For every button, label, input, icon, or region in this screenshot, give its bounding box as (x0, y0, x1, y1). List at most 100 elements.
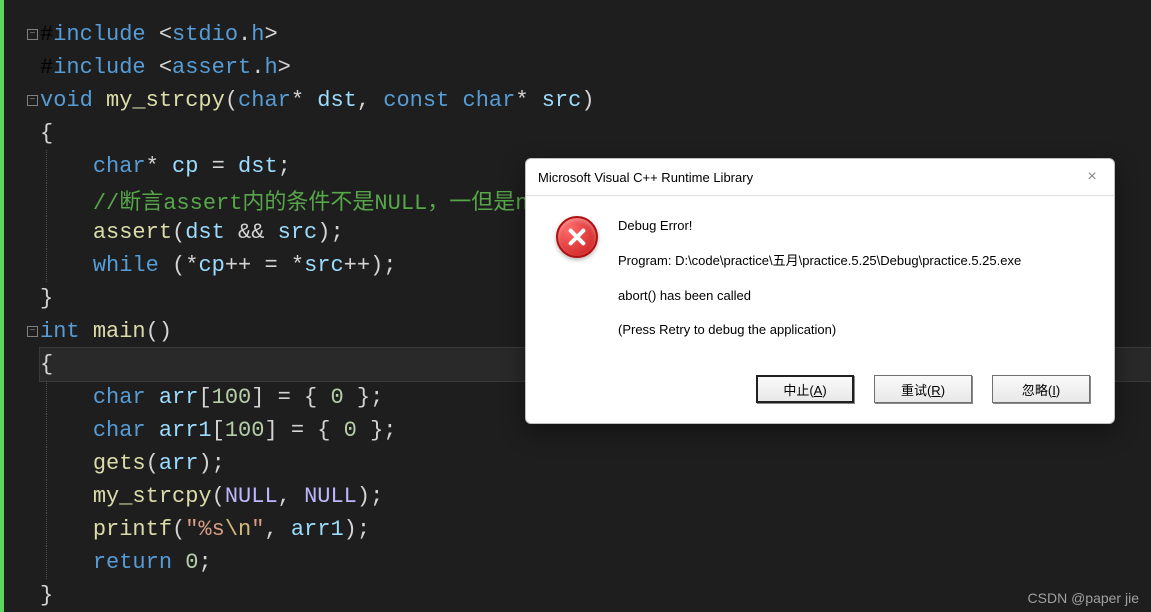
gutter-line (4, 447, 40, 480)
token: dst (317, 88, 357, 113)
token: ++); (344, 253, 397, 278)
token: < (159, 22, 172, 47)
token: # (40, 22, 53, 47)
token: && (225, 220, 278, 245)
token: dst (185, 220, 225, 245)
token: const (383, 88, 462, 113)
token: { (40, 121, 53, 146)
gutter-line (4, 51, 40, 84)
program-path: Program: D:\code\practice\五月\practice.5.… (618, 251, 1021, 272)
token: }; (357, 418, 397, 443)
close-icon[interactable]: × (1082, 167, 1102, 187)
token: char (93, 385, 159, 410)
dialog-titlebar: Microsoft Visual C++ Runtime Library × (526, 159, 1114, 196)
code-line[interactable]: printf("%s\n", arr1); (40, 513, 1151, 546)
code-line[interactable]: void my_strcpy(char* dst, const char* sr… (40, 84, 1151, 117)
token: char (463, 88, 516, 113)
token: . (251, 55, 264, 80)
gutter: − − − (0, 0, 40, 612)
gutter-line (4, 480, 40, 513)
token: cp (198, 253, 224, 278)
token: 0 (185, 550, 198, 575)
token: () (146, 319, 172, 344)
retry-button[interactable]: 重试(R) (874, 375, 972, 403)
gutter-line (4, 381, 40, 414)
token: ++ = * (225, 253, 304, 278)
token: return (93, 550, 185, 575)
gutter-line: − (4, 315, 40, 348)
token: gets (93, 451, 146, 476)
gutter-line (4, 117, 40, 150)
code-line[interactable]: gets(arr); (40, 447, 1151, 480)
token: dst (238, 154, 278, 179)
token: * (291, 88, 317, 113)
token: [ (212, 418, 225, 443)
gutter-line (4, 150, 40, 183)
token: " (251, 517, 264, 542)
gutter-line (4, 414, 40, 447)
dialog-title-text: Microsoft Visual C++ Runtime Library (538, 170, 753, 185)
gutter-line (4, 216, 40, 249)
runtime-error-dialog: Microsoft Visual C++ Runtime Library × D… (525, 158, 1115, 424)
token: int (40, 319, 93, 344)
token: ( (212, 484, 225, 509)
abort-button[interactable]: 中止(A) (756, 375, 854, 403)
gutter-line (4, 513, 40, 546)
code-line[interactable]: return 0; (40, 546, 1151, 579)
gutter-line (4, 348, 40, 381)
token: ); (198, 451, 224, 476)
fold-icon[interactable]: − (27, 326, 38, 337)
token: < (159, 55, 172, 80)
token: # (40, 55, 53, 80)
token: ) (581, 88, 594, 113)
token: assert (172, 55, 251, 80)
token: > (264, 22, 277, 47)
fold-icon[interactable]: − (27, 29, 38, 40)
dialog-body: Debug Error! Program: D:\code\practice\五… (526, 196, 1114, 367)
gutter-line (4, 282, 40, 315)
token: arr1 (291, 517, 344, 542)
token: arr (159, 451, 199, 476)
gutter-line (4, 579, 40, 612)
token: . (238, 22, 251, 47)
token: , (264, 517, 290, 542)
token: 0 (344, 418, 357, 443)
code-line[interactable]: #include <stdio.h> (40, 18, 1151, 51)
token: ); (344, 517, 370, 542)
token: (* (172, 253, 198, 278)
token: [ (198, 385, 211, 410)
code-line[interactable]: { (40, 117, 1151, 150)
token: ( (172, 220, 185, 245)
watermark: CSDN @paper jie (1028, 590, 1139, 606)
code-line[interactable]: } (40, 579, 1151, 612)
token: void (40, 88, 106, 113)
abort-message: abort() has been called (618, 286, 1021, 307)
token: }; (344, 385, 384, 410)
gutter-line (4, 249, 40, 282)
gutter-line: − (4, 84, 40, 117)
token: 100 (212, 385, 252, 410)
token: src (278, 220, 318, 245)
token: h (264, 55, 277, 80)
token: ; (198, 550, 211, 575)
token: ( (146, 451, 159, 476)
token: ( (172, 517, 185, 542)
token: cp (172, 154, 198, 179)
error-icon (556, 216, 598, 258)
token: while (93, 253, 172, 278)
ignore-button[interactable]: 忽略(I) (992, 375, 1090, 403)
token: main (93, 319, 146, 344)
token: //断言assert内的条件不是NULL，一但是nu (93, 184, 542, 216)
token: stdio (172, 22, 238, 47)
fold-icon[interactable]: − (27, 95, 38, 106)
token: my_strcpy (106, 88, 225, 113)
dialog-message: Debug Error! Program: D:\code\practice\五… (618, 216, 1021, 355)
token: * (146, 154, 172, 179)
token: ] = { (264, 418, 343, 443)
token: "%s (185, 517, 225, 542)
code-line[interactable]: #include <assert.h> (40, 51, 1151, 84)
gutter-line: − (4, 18, 40, 51)
code-line[interactable]: my_strcpy(NULL, NULL); (40, 480, 1151, 513)
token: } (40, 286, 53, 311)
token: h (251, 22, 264, 47)
